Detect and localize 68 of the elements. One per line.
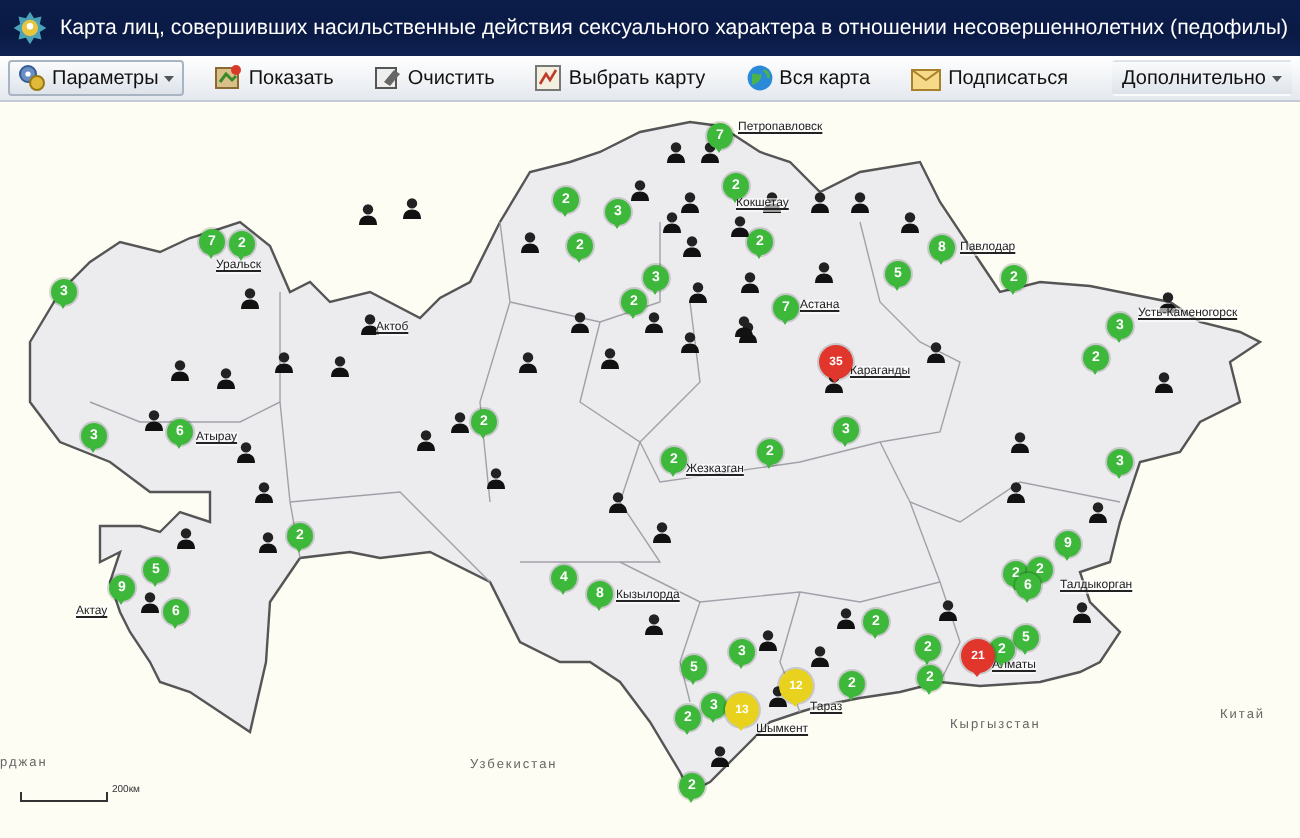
person-icon[interactable] xyxy=(740,271,760,293)
toolbar-button[interactable]: Вся карта xyxy=(735,60,881,96)
person-icon[interactable] xyxy=(402,197,422,219)
person-icon[interactable] xyxy=(1088,501,1108,523)
emblem-icon xyxy=(12,6,48,50)
person-icon[interactable] xyxy=(236,441,256,463)
globe-icon xyxy=(745,64,774,92)
person-icon[interactable] xyxy=(258,531,278,553)
person-icon[interactable] xyxy=(518,351,538,373)
person-icon[interactable] xyxy=(680,191,700,213)
dropdown-button[interactable]: Параметры xyxy=(8,60,185,96)
person-icon[interactable] xyxy=(274,351,294,373)
person-icon[interactable] xyxy=(144,409,164,431)
person-icon[interactable] xyxy=(758,629,778,651)
person-icon[interactable] xyxy=(1072,601,1092,623)
person-icon[interactable] xyxy=(810,191,830,213)
person-icon[interactable] xyxy=(644,613,664,635)
person-icon[interactable] xyxy=(680,331,700,353)
caret-icon xyxy=(1271,75,1282,81)
toolbar-button[interactable]: Очистить xyxy=(363,60,505,96)
toolbar-button[interactable]: Выбрать карту xyxy=(524,60,716,96)
person-icon[interactable] xyxy=(814,261,834,283)
person-icon[interactable] xyxy=(216,367,236,389)
person-icon[interactable] xyxy=(254,481,274,503)
person-icon[interactable] xyxy=(330,355,350,377)
person-icon[interactable] xyxy=(360,313,380,335)
person-icon[interactable] xyxy=(1154,371,1174,393)
person-icon[interactable] xyxy=(850,191,870,213)
person-icon[interactable] xyxy=(608,491,628,513)
person-icon[interactable] xyxy=(652,521,672,543)
toolbar-button[interactable]: Показать xyxy=(204,60,344,96)
scale-bar xyxy=(20,792,108,802)
person-icon[interactable] xyxy=(170,359,190,381)
person-icon[interactable] xyxy=(730,215,750,237)
map-icon xyxy=(214,64,243,92)
person-icon[interactable] xyxy=(900,211,920,233)
person-icon[interactable] xyxy=(176,527,196,549)
person-icon[interactable] xyxy=(486,467,506,489)
person-icon[interactable] xyxy=(644,311,664,333)
toolbar-button[interactable]: Подписаться xyxy=(900,60,1078,96)
person-icon[interactable] xyxy=(358,203,378,225)
person-icon[interactable] xyxy=(570,311,590,333)
person-icon[interactable] xyxy=(140,591,160,613)
gears-icon xyxy=(18,64,46,92)
person-icon[interactable] xyxy=(666,141,686,163)
person-icon[interactable] xyxy=(240,287,260,309)
person-icon[interactable] xyxy=(734,315,754,337)
person-icon[interactable] xyxy=(1006,481,1026,503)
person-icon[interactable] xyxy=(710,745,730,767)
person-icon[interactable] xyxy=(1010,431,1030,453)
person-icon[interactable] xyxy=(630,179,650,201)
person-icon[interactable] xyxy=(926,341,946,363)
person-icon[interactable] xyxy=(810,645,830,667)
person-icon[interactable] xyxy=(520,231,540,253)
person-icon[interactable] xyxy=(450,411,470,433)
window-title: Карта лиц, совершивших насильственные действия сексуального характера в отношении несовершеннолетних (педофилы) xyxy=(59,16,1288,40)
eraser-icon xyxy=(373,64,402,92)
caret-icon xyxy=(164,75,175,81)
envelope-icon xyxy=(910,64,943,92)
person-icon[interactable] xyxy=(662,211,682,233)
person-icon[interactable] xyxy=(938,599,958,621)
person-icon[interactable] xyxy=(836,607,856,629)
person-icon[interactable] xyxy=(600,347,620,369)
chart-icon xyxy=(534,64,563,92)
person-icon[interactable] xyxy=(682,235,702,257)
person-icon[interactable] xyxy=(688,281,708,303)
dropdown-button[interactable]: Дополнительно xyxy=(1112,60,1292,96)
person-icon[interactable] xyxy=(416,429,436,451)
